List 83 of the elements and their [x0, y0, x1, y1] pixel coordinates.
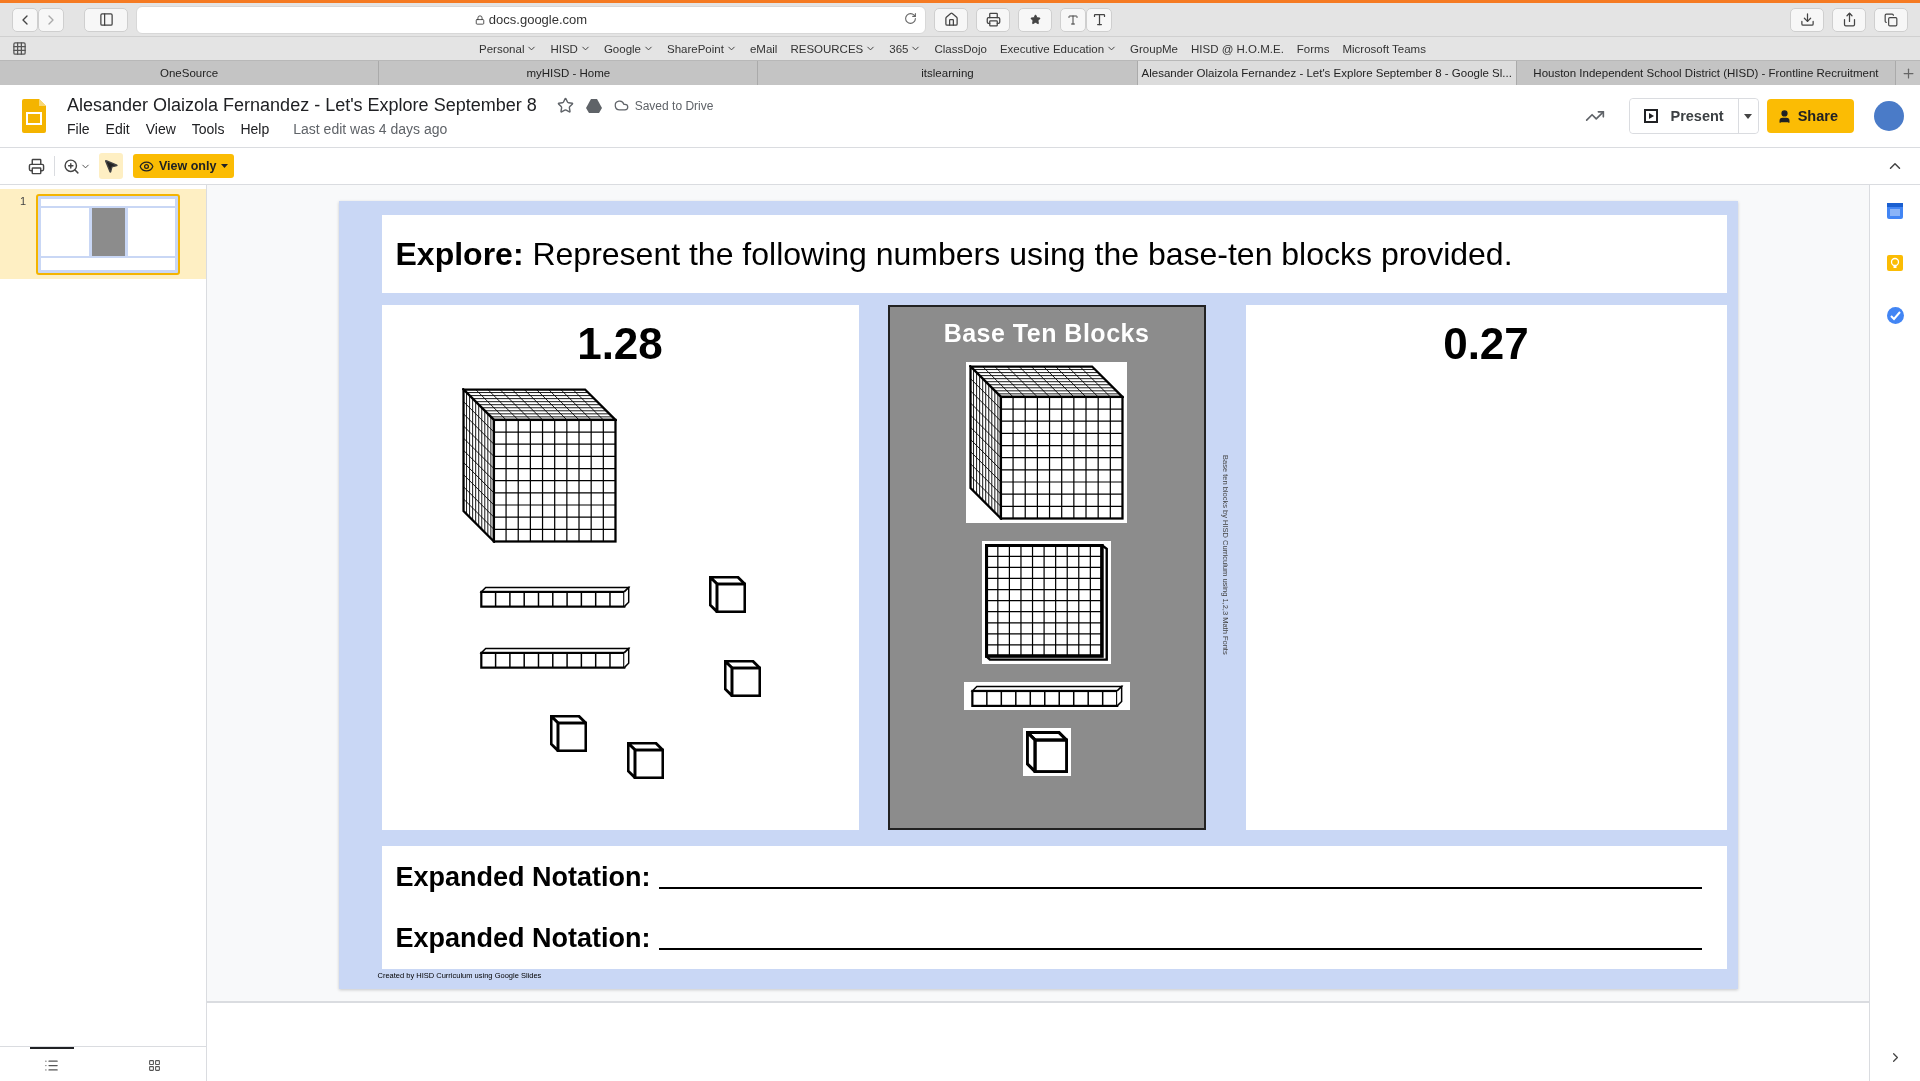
lock-icon — [474, 14, 485, 25]
bookmark-link[interactable]: Personal — [479, 42, 538, 55]
unit-cube-drawing — [708, 576, 746, 613]
play-icon — [1644, 109, 1659, 123]
sidebar-button[interactable] — [84, 7, 128, 32]
pointer-icon — [103, 158, 119, 174]
tabs-button[interactable] — [1874, 7, 1908, 32]
printer-icon — [985, 12, 1001, 27]
list-icon — [44, 1057, 59, 1073]
star-icon[interactable] — [556, 97, 574, 114]
download-icon — [1799, 12, 1815, 27]
bookmark-link[interactable]: Google — [603, 42, 654, 55]
calendar-icon[interactable] — [1887, 203, 1903, 219]
person-icon — [1776, 108, 1792, 124]
unit-cube-drawing — [626, 742, 664, 779]
slide-thumbnail[interactable] — [36, 193, 181, 275]
last-edit-link[interactable]: Last edit was 4 days ago — [293, 121, 448, 137]
bookmark-link[interactable]: Forms — [1296, 42, 1330, 55]
browser-tab[interactable]: itslearning — [758, 61, 1138, 85]
address-text: docs.google.com — [488, 12, 588, 27]
download-button[interactable] — [1790, 7, 1824, 32]
browser-tab[interactable]: OneSource — [0, 61, 380, 85]
browser-tab[interactable]: Houston Independent School District (HISD) - Frontline Recruitment — [1516, 61, 1896, 85]
apps-grid-icon[interactable] — [12, 41, 27, 56]
notation-label: Expanded Notation: — [395, 861, 651, 893]
bookmark-link[interactable]: GroupMe — [1130, 42, 1178, 55]
menu-item[interactable]: Tools — [185, 121, 231, 137]
larger-text-button[interactable] — [1086, 7, 1112, 32]
browser-tab[interactable]: myHISD - Home — [379, 61, 759, 85]
sidebar-icon — [98, 12, 114, 27]
bookmark-link[interactable]: HISD — [550, 42, 591, 55]
zoom-icon — [63, 157, 80, 175]
menu-item[interactable]: Edit — [99, 121, 136, 137]
eye-icon — [139, 158, 154, 174]
fill-in-line[interactable] — [658, 886, 1702, 889]
target-number: 1.28 — [576, 318, 664, 369]
grid-icon — [148, 1058, 161, 1072]
home-icon — [943, 12, 959, 27]
bookmark-link[interactable]: Executive Education — [999, 42, 1118, 55]
home-button[interactable] — [934, 7, 968, 32]
bookmark-link[interactable]: HISD @ H.O.M.E. — [1191, 42, 1284, 55]
print-icon — [27, 157, 45, 175]
avatar[interactable] — [1874, 101, 1904, 131]
star-icon — [1029, 14, 1041, 25]
tabs-icon — [1884, 12, 1898, 27]
caret-icon — [221, 164, 229, 168]
slide-thumbnail-item[interactable]: 1 — [0, 189, 206, 279]
bookmark-link[interactable]: eMail — [749, 42, 778, 55]
notation-label: Expanded Notation: — [395, 922, 651, 954]
unit-cube-drawing — [723, 660, 761, 697]
reference-title: Base Ten Blocks — [943, 318, 1150, 348]
share-button[interactable]: Share — [1766, 99, 1854, 133]
new-tab-icon[interactable] — [1900, 65, 1916, 81]
reload-icon[interactable] — [904, 11, 917, 25]
share-icon — [1841, 12, 1857, 27]
caret-icon — [1744, 113, 1753, 119]
slide-number: 1 — [20, 195, 27, 207]
print-button[interactable] — [976, 7, 1010, 32]
menu-item[interactable]: Help — [234, 121, 276, 137]
fill-in-line[interactable] — [658, 947, 1702, 950]
view-only-button[interactable]: View only — [133, 154, 235, 178]
unit-cube-drawing — [549, 715, 587, 752]
heading-text: Explore: Represent the following numbers using the base-ten blocks provided. — [395, 235, 1513, 273]
text-size-icon — [1091, 12, 1107, 27]
reader-button[interactable] — [1018, 7, 1052, 32]
bookmark-link[interactable]: RESOURCES — [790, 42, 877, 55]
address-field[interactable]: docs.google.com — [136, 5, 926, 34]
bookmark-link[interactable]: Microsoft Teams — [1342, 42, 1426, 55]
menu-item[interactable]: File — [61, 121, 96, 137]
cloud-icon — [613, 98, 629, 113]
bookmark-link[interactable]: 365 — [889, 42, 922, 55]
bookmark-link[interactable]: SharePoint — [667, 42, 737, 55]
document-title[interactable]: Alesander Olaizola Fernandez - Let's Explore September 8 — [67, 95, 537, 116]
pointer-tool-button[interactable] — [99, 153, 123, 179]
browser-tab[interactable]: Alesander Olaizola Fernandez - Let's Explore September 8 - Google Sl... — [1137, 61, 1517, 85]
present-options-button[interactable] — [1737, 99, 1758, 133]
share-button[interactable] — [1832, 7, 1866, 32]
text-size-icon — [1067, 13, 1079, 26]
menu-item[interactable]: View — [139, 121, 182, 137]
save-status: Saved to Drive — [634, 98, 714, 113]
bookmark-link[interactable]: ClassDojo — [934, 42, 987, 55]
check-circle-icon[interactable] — [1886, 307, 1904, 324]
target-number: 0.27 — [1442, 318, 1530, 369]
